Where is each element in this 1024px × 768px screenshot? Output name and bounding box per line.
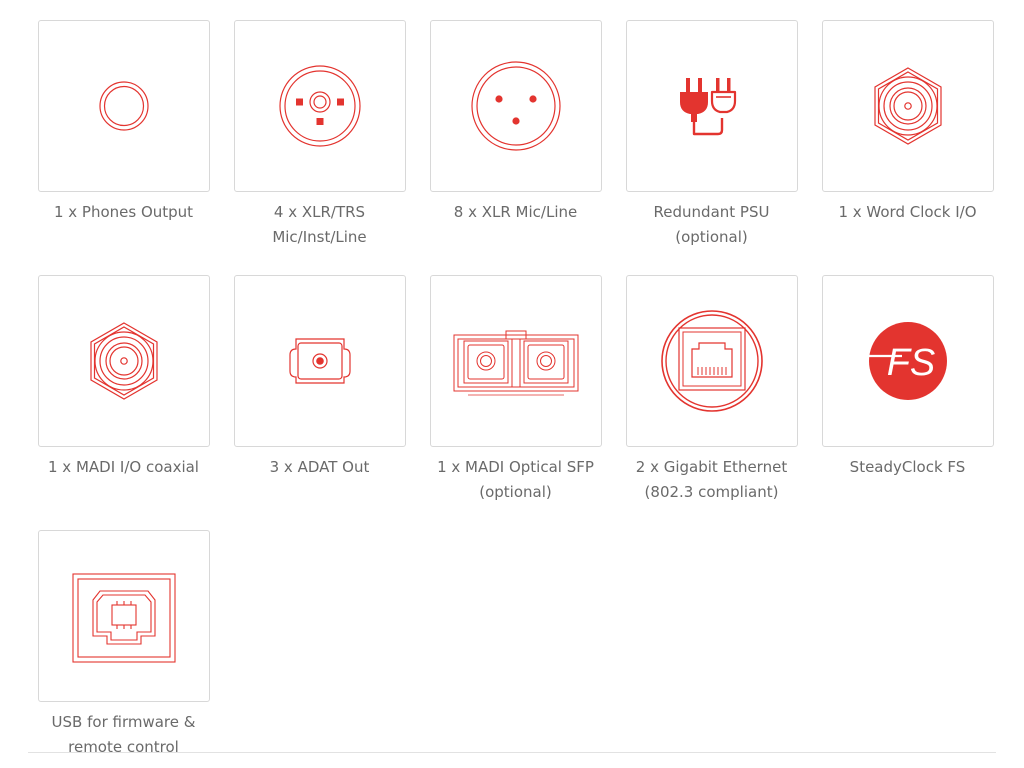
usb-b-port-icon <box>71 573 176 663</box>
feature-tile <box>37 275 210 447</box>
io-features-page: 1 x Phones Output 4 x XLR/TRS Mic/Inst/L… <box>0 0 1024 768</box>
feature-tile <box>429 20 602 192</box>
bnc-connector-icon <box>873 67 942 145</box>
steadyclock-logo-icon: FS <box>865 322 947 400</box>
feature-label: 1 x Phones Output <box>53 203 194 221</box>
feature-label: 2 x Gigabit Ethernet (802.3 compliant) <box>635 458 788 501</box>
feature-label: Redundant PSU (optional) <box>653 203 770 246</box>
feature-label: 8 x XLR Mic/Line <box>453 203 578 221</box>
feature-word-clock-io: 1 x Word Clock I/O <box>820 20 995 275</box>
feature-tile <box>233 20 406 192</box>
feature-tile: FS <box>821 275 994 447</box>
feature-phones-output: 1 x Phones Output <box>36 20 211 275</box>
feature-gigabit-ethernet: 2 x Gigabit Ethernet (802.3 compliant) <box>624 275 799 530</box>
feature-tile <box>429 275 602 447</box>
optical-toslink-icon <box>288 338 351 384</box>
phones-jack-icon <box>98 81 149 131</box>
xlr-connector-icon <box>470 61 561 151</box>
feature-label: 3 x ADAT Out <box>269 458 370 476</box>
power-plugs-icon <box>679 78 736 136</box>
feature-label: 1 x MADI Optical SFP (optional) <box>437 458 594 501</box>
feature-label: 1 x Word Clock I/O <box>838 203 977 221</box>
feature-madi-optical-sfp: 1 x MADI Optical SFP (optional) <box>428 275 603 530</box>
feature-steadyclock-fs: FS SteadyClock FS <box>820 275 995 530</box>
feature-adat-out: 3 x ADAT Out <box>232 275 407 530</box>
bottom-divider <box>28 752 996 753</box>
feature-redundant-psu: Redundant PSU (optional) <box>624 20 799 275</box>
feature-tile <box>625 275 798 447</box>
sfp-duplex-icon <box>453 330 578 396</box>
feature-xlr-mic-line: 8 x XLR Mic/Line <box>428 20 603 275</box>
feature-label: SteadyClock FS <box>849 458 966 476</box>
ethernet-port-icon <box>660 310 763 412</box>
xlr-trs-combo-icon <box>278 65 361 147</box>
feature-tile <box>37 20 210 192</box>
feature-label: 1 x MADI I/O coaxial <box>48 458 199 476</box>
steadyclock-logo-text: FS <box>886 342 935 384</box>
feature-tile <box>821 20 994 192</box>
feature-label: 4 x XLR/TRS Mic/Inst/Line <box>272 203 367 246</box>
feature-madi-coaxial: 1 x MADI I/O coaxial <box>36 275 211 530</box>
feature-xlr-trs-combo: 4 x XLR/TRS Mic/Inst/Line <box>232 20 407 275</box>
io-features-grid: 1 x Phones Output 4 x XLR/TRS Mic/Inst/L… <box>36 20 995 768</box>
feature-tile <box>625 20 798 192</box>
bnc-connector-icon <box>89 322 158 400</box>
feature-tile <box>37 530 210 702</box>
feature-usb: USB for firmware & remote control <box>36 530 211 768</box>
feature-tile <box>233 275 406 447</box>
